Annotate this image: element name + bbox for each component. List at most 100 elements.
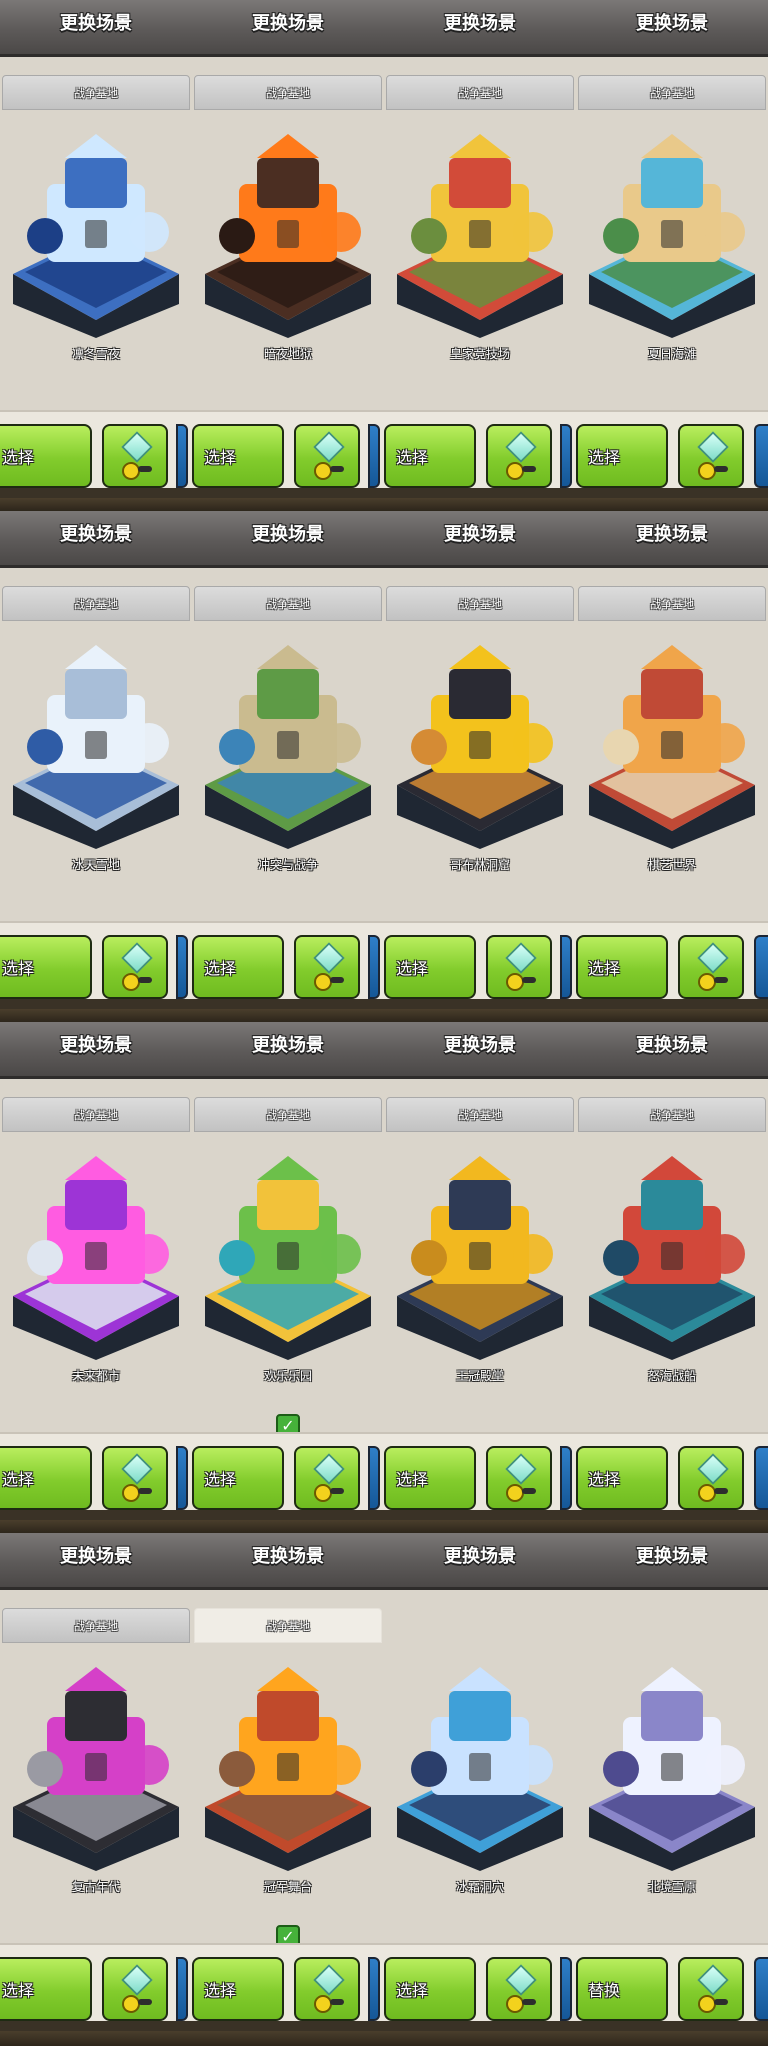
- gem-unlock-button[interactable]: [486, 1446, 552, 1510]
- gem-unlock-button[interactable]: [102, 935, 168, 999]
- war-base-tab[interactable]: 战争基地: [2, 1097, 190, 1132]
- scene-name: 王冠殿堂: [455, 1369, 504, 1383]
- select-button[interactable]: 选择: [0, 424, 92, 488]
- gem-unlock-button[interactable]: [678, 1957, 744, 2021]
- scene-preview-2[interactable]: [197, 1146, 379, 1362]
- button-label: 选择: [396, 959, 429, 978]
- war-base-tab[interactable]: 战争基地: [2, 586, 190, 621]
- gem-unlock-button[interactable]: [486, 935, 552, 999]
- blue-side-button[interactable]: [560, 424, 572, 488]
- gem-unlock-button[interactable]: [294, 1446, 360, 1510]
- scene-preview-3[interactable]: [389, 1146, 571, 1362]
- gem-icon: [313, 942, 345, 974]
- select-button[interactable]: 选择: [0, 1446, 92, 1510]
- gem-unlock-button[interactable]: [294, 1957, 360, 2021]
- scene-preview-3[interactable]: [389, 635, 571, 851]
- blue-side-button[interactable]: [368, 935, 380, 999]
- button-label: 选择: [396, 448, 429, 467]
- war-base-tab[interactable]: 战争基地: [578, 75, 766, 110]
- war-base-tab[interactable]: 战争基地: [194, 586, 382, 621]
- scene-preview-1[interactable]: [5, 124, 187, 340]
- gem-unlock-button[interactable]: [678, 935, 744, 999]
- select-button[interactable]: 选择: [192, 1446, 284, 1510]
- scene-preview-3[interactable]: [389, 124, 571, 340]
- next-edge-button[interactable]: [754, 1957, 768, 2021]
- gem-unlock-button[interactable]: [678, 1446, 744, 1510]
- war-base-tab-label: 战争基地: [74, 87, 118, 100]
- scene-preview-3[interactable]: [389, 1657, 571, 1873]
- scene-preview-2[interactable]: [197, 124, 379, 340]
- scene-preview-4[interactable]: [581, 124, 763, 340]
- slider-icon: [330, 466, 344, 472]
- scene-preview-4[interactable]: [581, 1657, 763, 1873]
- war-base-tab[interactable]: 战争基地: [578, 1097, 766, 1132]
- scene-preview-1[interactable]: [5, 1657, 187, 1873]
- blue-side-button[interactable]: [176, 1446, 188, 1510]
- blue-side-button[interactable]: [176, 935, 188, 999]
- button-label: 选择: [2, 448, 35, 467]
- button-label: 选择: [396, 1470, 429, 1489]
- war-base-tab[interactable]: 战争基地: [2, 75, 190, 110]
- next-edge-button[interactable]: [754, 1446, 768, 1510]
- scene-name: 冰霜洞穴: [455, 1880, 504, 1894]
- select-button[interactable]: 选择: [384, 1957, 476, 2021]
- select-button[interactable]: 选择: [192, 935, 284, 999]
- blue-side-button[interactable]: [368, 1446, 380, 1510]
- next-edge-button[interactable]: [754, 935, 768, 999]
- select-button[interactable]: 选择: [0, 935, 92, 999]
- gem-unlock-button[interactable]: [102, 1957, 168, 2021]
- select-button[interactable]: 选择: [576, 1446, 668, 1510]
- blue-side-button[interactable]: [368, 424, 380, 488]
- war-base-tab[interactable]: 战争基地: [2, 1608, 190, 1643]
- button-label: 选择: [588, 448, 621, 467]
- scene-preview-2[interactable]: [197, 635, 379, 851]
- blue-side-button[interactable]: [560, 935, 572, 999]
- war-base-tab[interactable]: 战争基地: [386, 1097, 574, 1132]
- gem-icon: [121, 942, 153, 974]
- slider-icon: [138, 977, 152, 983]
- war-base-tab[interactable]: 战争基地: [194, 1097, 382, 1132]
- coin-icon: [314, 1484, 332, 1502]
- blue-side-button[interactable]: [368, 1957, 380, 2021]
- gem-icon: [505, 1964, 537, 1996]
- war-base-tab[interactable]: 战争基地: [194, 75, 382, 110]
- select-button[interactable]: 选择: [192, 424, 284, 488]
- replace-button[interactable]: 替换: [576, 1957, 668, 2021]
- blue-side-button[interactable]: [176, 1957, 188, 2021]
- button-label: 选择: [204, 448, 237, 467]
- scene-name: 怒海战船: [647, 1369, 696, 1383]
- select-button[interactable]: 选择: [384, 1446, 476, 1510]
- select-button[interactable]: 选择: [576, 424, 668, 488]
- gem-unlock-button[interactable]: [294, 935, 360, 999]
- scene-preview-2[interactable]: [197, 1657, 379, 1873]
- gem-unlock-button[interactable]: [102, 424, 168, 488]
- war-base-tab[interactable]: 战争基地: [194, 1608, 382, 1643]
- war-base-tab[interactable]: 战争基地: [578, 586, 766, 621]
- select-button[interactable]: 选择: [576, 935, 668, 999]
- coin-icon: [698, 462, 716, 480]
- scene-art: [13, 1156, 179, 1360]
- scene-preview-4[interactable]: [581, 1146, 763, 1362]
- scene-preview-4[interactable]: [581, 635, 763, 851]
- change-scene-title: 更换场景: [60, 524, 132, 545]
- blue-side-button[interactable]: [560, 1957, 572, 2021]
- gem-unlock-button[interactable]: [486, 1957, 552, 2021]
- gem-unlock-button[interactable]: [294, 424, 360, 488]
- next-edge-button[interactable]: [754, 424, 768, 488]
- select-button[interactable]: 选择: [384, 424, 476, 488]
- gem-unlock-button[interactable]: [102, 1446, 168, 1510]
- scene-preview-1[interactable]: [5, 635, 187, 851]
- gem-unlock-button[interactable]: [678, 424, 744, 488]
- gem-unlock-button[interactable]: [486, 424, 552, 488]
- gem-icon: [313, 431, 345, 463]
- war-base-tab[interactable]: 战争基地: [386, 75, 574, 110]
- scene-preview-1[interactable]: [5, 1146, 187, 1362]
- blue-side-button[interactable]: [176, 424, 188, 488]
- coin-icon: [698, 973, 716, 991]
- select-button[interactable]: 选择: [384, 935, 476, 999]
- select-button[interactable]: 选择: [0, 1957, 92, 2021]
- select-button[interactable]: 选择: [192, 1957, 284, 2021]
- blue-side-button[interactable]: [560, 1446, 572, 1510]
- war-base-tab[interactable]: 战争基地: [386, 586, 574, 621]
- change-scene-title: 更换场景: [252, 1035, 324, 1056]
